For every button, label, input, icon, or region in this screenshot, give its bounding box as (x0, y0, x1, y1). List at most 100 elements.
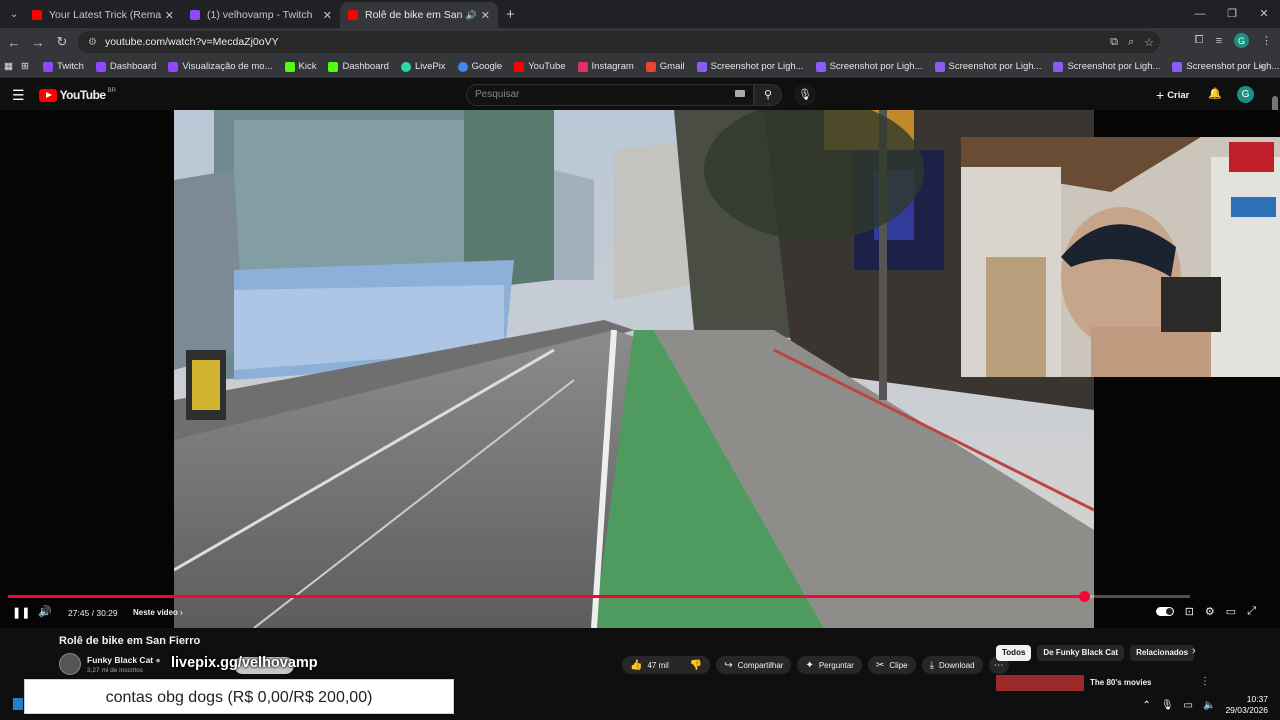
progress-fill (8, 595, 1084, 598)
youtube-logo[interactable]: YouTube BR (38, 88, 116, 102)
recommendation-thumbnail[interactable] (996, 675, 1084, 691)
lightshot-icon (815, 61, 826, 72)
download-button[interactable]: ⤓ Download (921, 656, 983, 674)
bookmark-item[interactable]: YouTube (514, 61, 566, 72)
ask-button[interactable]: ✦ Perguntar (797, 656, 862, 674)
chevron-right-icon[interactable]: » (1259, 61, 1264, 72)
subtitles-icon[interactable]: ⊡ (1185, 605, 1194, 618)
tab-role-de-bike[interactable]: Rolê de bike em San Fierro 🔊 ✕ (340, 2, 498, 28)
recommendation-title[interactable]: The 80's movies (1090, 678, 1152, 687)
bookmark-item[interactable]: Twitch (42, 61, 84, 72)
donation-goal-overlay: contas obg dogs (R$ 0,00/R$ 200,00) (24, 679, 454, 714)
kick-icon (284, 61, 295, 72)
extensions-icon[interactable]: ⧠ (1195, 34, 1204, 47)
channel-name[interactable]: Funky Black Cat ● (87, 655, 161, 665)
bookmark-item[interactable]: Google (457, 61, 502, 72)
close-icon[interactable]: ✕ (323, 9, 332, 22)
pause-icon[interactable]: ❚❚ (12, 606, 30, 619)
more-vertical-icon[interactable]: ⋮ (1200, 676, 1210, 687)
account-avatar[interactable]: G (1237, 86, 1254, 103)
chip-all[interactable]: Todos (996, 645, 1032, 661)
bookmark-item[interactable]: Dashboard (95, 61, 156, 72)
twitch-icon (168, 61, 179, 72)
chapter-button[interactable]: Neste vídeo › (133, 608, 183, 617)
chip-related[interactable]: Relacionados (1130, 645, 1195, 661)
bookmark-item[interactable]: Instagram (577, 61, 634, 72)
search-input[interactable]: Pesquisar (466, 84, 754, 106)
forward-icon[interactable]: → (26, 35, 50, 50)
close-window-icon[interactable]: ✕ (1248, 0, 1280, 28)
bookmark-item[interactable]: Gmail (645, 61, 685, 72)
profile-avatar[interactable]: G (1234, 33, 1249, 48)
progress-bar[interactable] (8, 591, 1190, 602)
bookmark-item[interactable]: Dashboard (328, 61, 389, 72)
theater-mode-icon[interactable]: ▭ (1226, 605, 1236, 618)
bookmark-item[interactable]: Screenshot por Ligh... (696, 61, 804, 72)
bookmark-item[interactable]: Kick (284, 61, 316, 72)
new-tab-button[interactable]: + (506, 6, 515, 23)
speaker-icon[interactable]: 🔊 (466, 10, 477, 21)
mic-icon[interactable]: 🎙 (1161, 700, 1174, 711)
restore-icon[interactable]: ❐ (1216, 0, 1248, 28)
back-icon[interactable]: ← (2, 35, 26, 50)
tab-title: Your Latest Trick (Remastered (49, 9, 161, 21)
windows-start-icon[interactable] (13, 698, 23, 710)
bookmark-item[interactable]: LivePix (400, 61, 446, 72)
zoom-icon[interactable]: ⌕ (1128, 36, 1134, 49)
chip-from-channel[interactable]: De Funky Black Cat (1037, 645, 1125, 661)
notifications-icon[interactable]: 🔔 (1208, 87, 1222, 100)
bookmark-item[interactable]: Visualização de mo... (168, 61, 273, 72)
create-button[interactable]: + Criar (1156, 87, 1189, 103)
autoplay-toggle[interactable] (1155, 607, 1174, 616)
network-icon[interactable]: ▭ (1184, 700, 1193, 711)
livepix-icon (400, 61, 411, 72)
clip-button[interactable]: ✂ Clipe (867, 656, 916, 674)
settings-icon[interactable]: ⚙ (1205, 605, 1215, 618)
lightshot-icon (1172, 61, 1183, 72)
bookmark-item[interactable]: Screenshot por Ligh... (934, 61, 1041, 72)
url-text[interactable]: youtube.com/watch?v=MecdaZj0oVY (105, 36, 279, 48)
minimize-icon[interactable]: — (1184, 0, 1216, 28)
tab-twitch[interactable]: (1) velhovamp - Twitch ✕ (182, 2, 340, 28)
tab-your-latest-trick[interactable]: Your Latest Trick (Remastered ✕ (24, 2, 182, 28)
webcam-image (961, 137, 1280, 377)
address-bar[interactable]: ⚙ youtube.com/watch?v=MecdaZj0oVY ⧉ ⌕ ☆ (78, 31, 1160, 53)
star-icon[interactable]: ☆ (1144, 36, 1154, 49)
chevron-right-icon[interactable]: › (1192, 645, 1196, 657)
chevron-up-icon[interactable]: ⌃ (1142, 700, 1150, 711)
lightshot-icon (696, 61, 707, 72)
site-info-icon[interactable]: ⚙ (88, 37, 97, 48)
search-button[interactable]: ⚲ (754, 84, 782, 106)
youtube-header: ☰ YouTube BR Pesquisar ⚲ 🎙 + Criar 🔔 G (0, 80, 1280, 110)
share-button[interactable]: ↪ Compartilhar (716, 656, 792, 674)
dislike-button[interactable]: 👎 (681, 656, 711, 674)
video-frame[interactable] (174, 110, 1094, 628)
fullscreen-icon[interactable]: ⤢ (1247, 605, 1256, 618)
volume-icon[interactable]: 🔈 (1203, 700, 1215, 711)
menu-icon[interactable]: ☰ (12, 87, 25, 104)
address-toolbar: ← → ↻ ⚙ youtube.com/watch?v=MecdaZj0oVY … (0, 28, 1280, 56)
search-icon: ⚲ (763, 89, 773, 101)
menu-icon[interactable]: ⋮ (1261, 34, 1272, 47)
install-icon[interactable]: ⧉ (1110, 36, 1118, 49)
volume-icon[interactable]: 🔊 (38, 605, 52, 618)
bookmark-item[interactable]: Screenshot por Ligh... (1053, 61, 1160, 72)
like-button[interactable]: 👍 47 mil (622, 656, 677, 674)
window-controls: — ❐ ✕ (1184, 0, 1280, 28)
tab-search-button[interactable]: ⌄ (4, 4, 24, 24)
clock[interactable]: 10:37 29/03/2026 (1225, 694, 1268, 716)
twitch-icon (190, 10, 200, 20)
channel-avatar[interactable] (59, 653, 81, 675)
keyboard-icon[interactable] (735, 90, 745, 97)
close-icon[interactable]: ✕ (481, 9, 490, 22)
bookmark-item[interactable]: Screenshot por Ligh... (815, 61, 923, 72)
youtube-icon (32, 10, 42, 20)
bookmarks-bar: ▦ ⊞ Twitch Dashboard Visualização de mo.… (0, 56, 1280, 78)
apps-grid-icon[interactable]: ⊞ (21, 61, 29, 72)
video-player[interactable] (0, 110, 1280, 628)
media-icon[interactable]: ≡ (1216, 35, 1222, 47)
close-icon[interactable]: ✕ (165, 9, 174, 22)
voice-search-button[interactable]: 🎙 (794, 84, 816, 106)
reload-icon[interactable]: ↻ (50, 34, 74, 50)
apps-icon[interactable]: ▦ (4, 61, 13, 72)
